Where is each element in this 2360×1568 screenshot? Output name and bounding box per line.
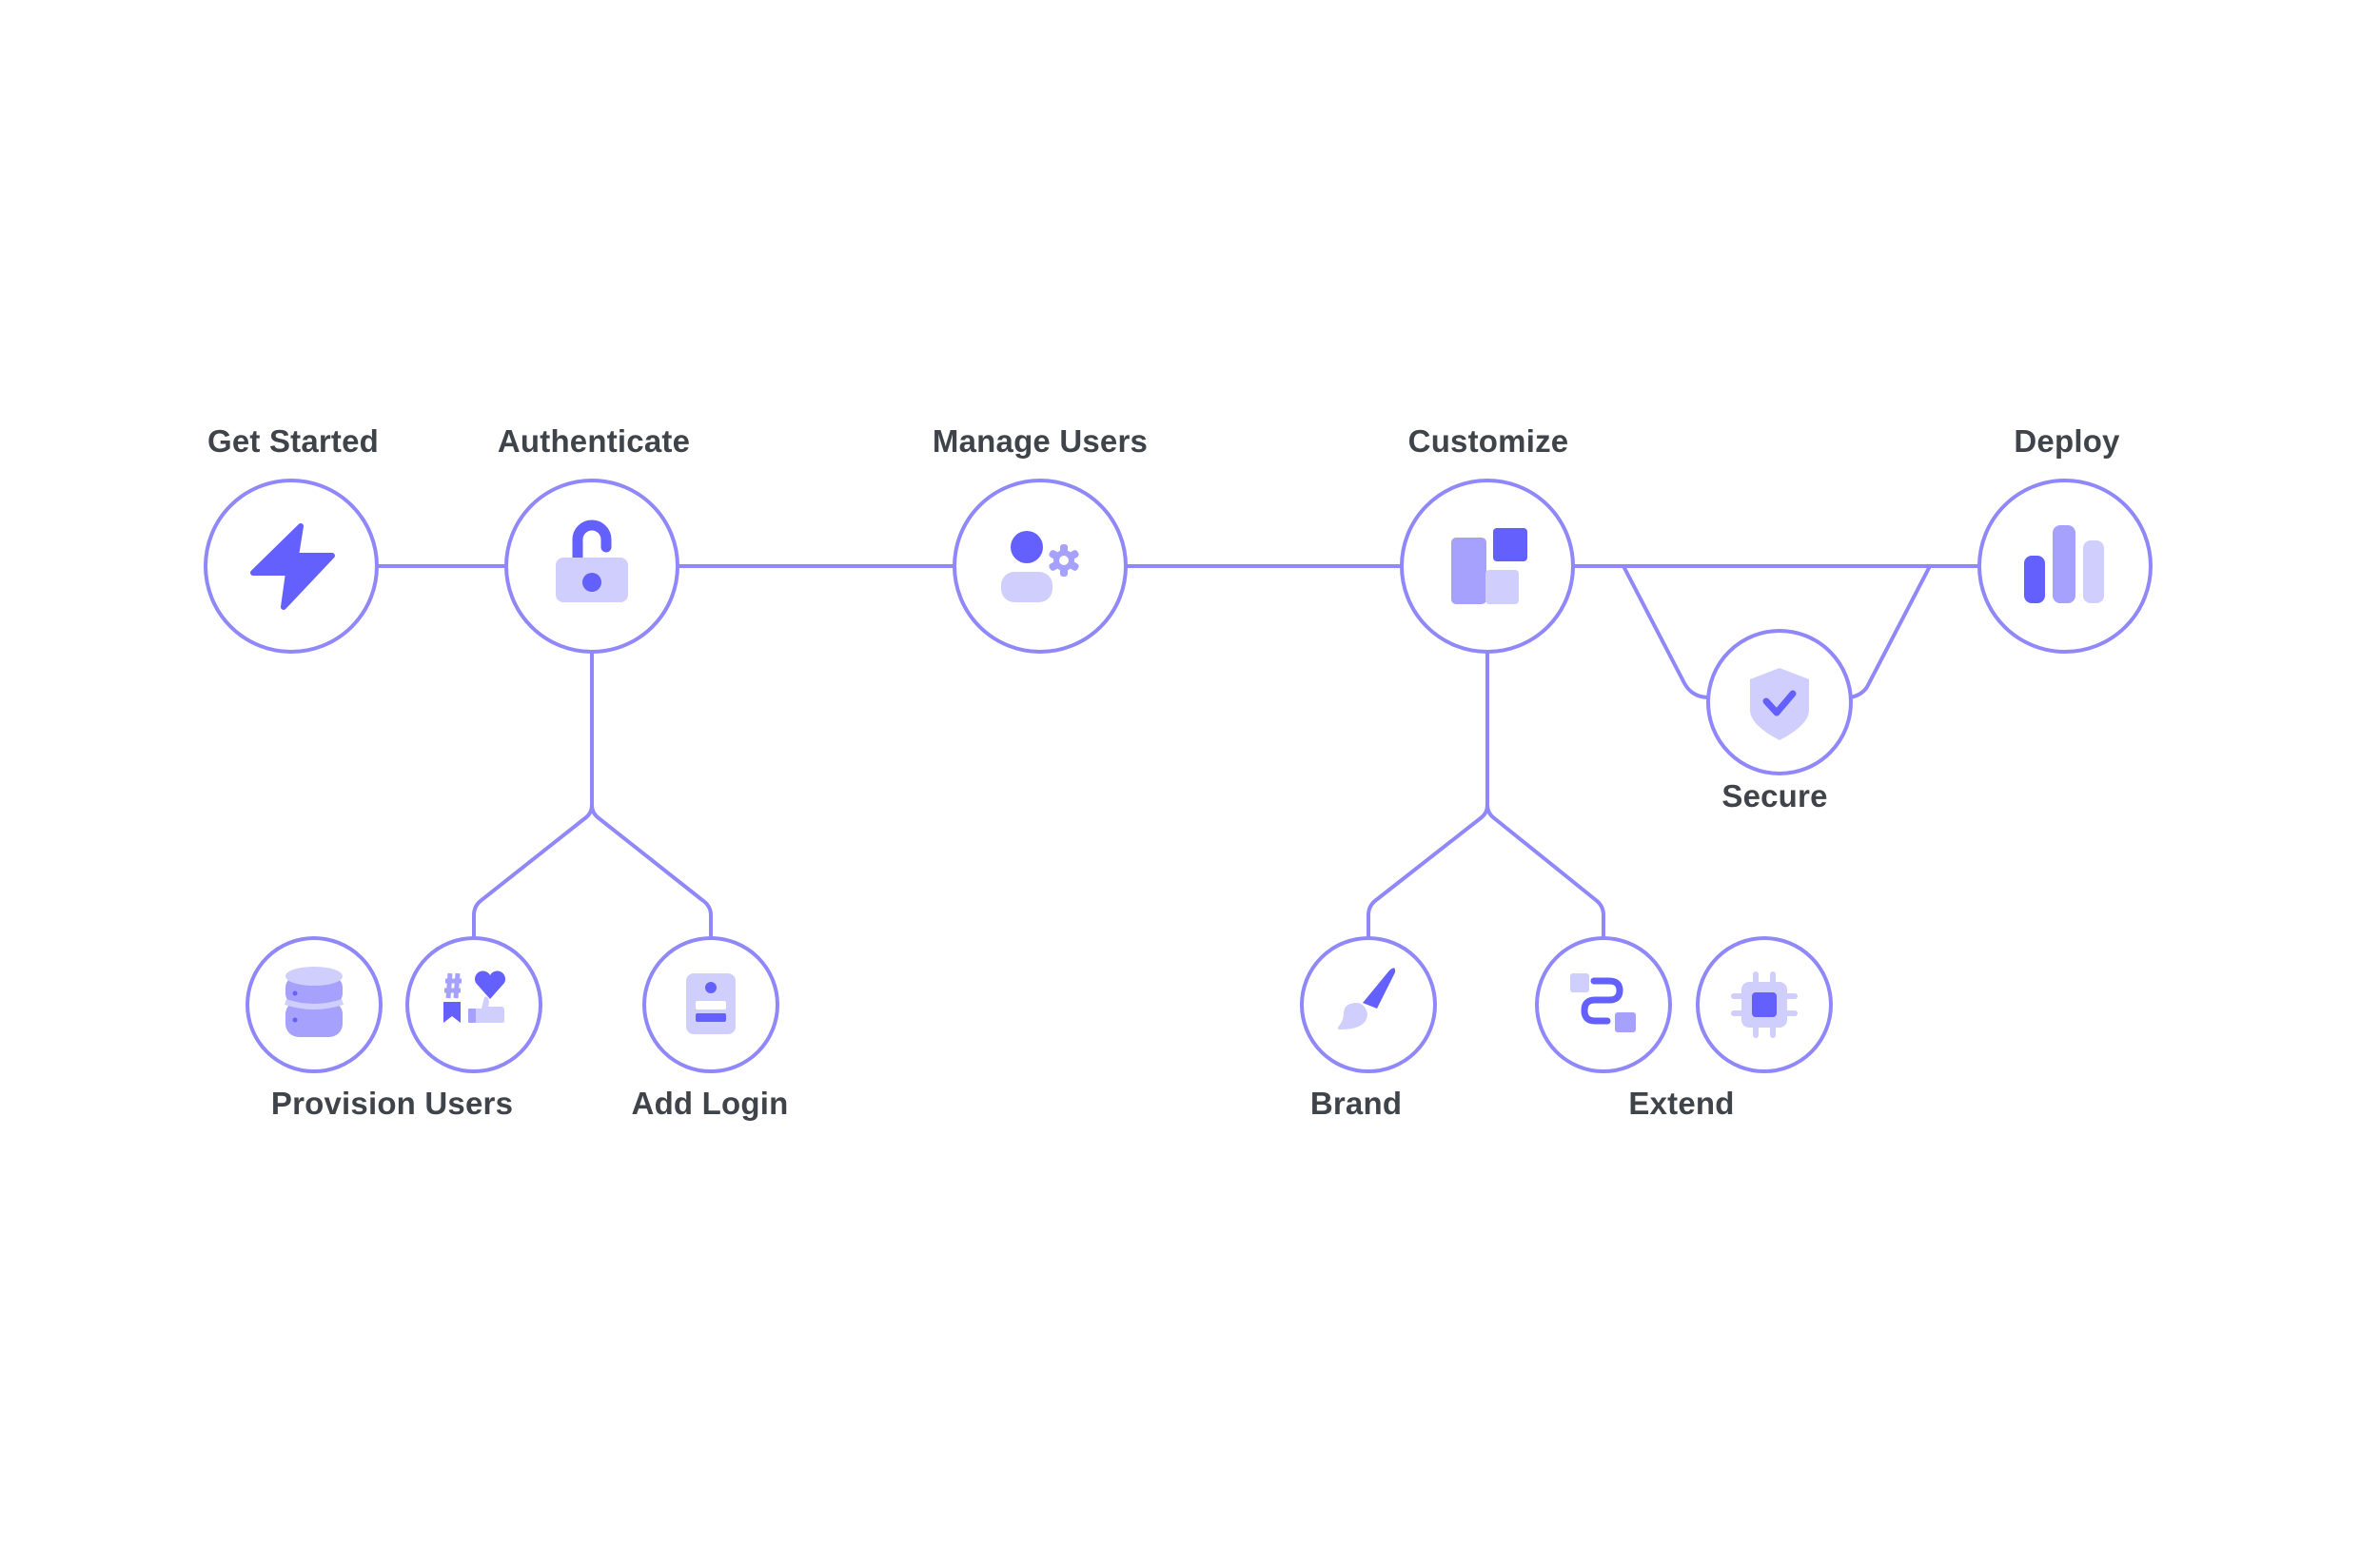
connector-secure-branch-right <box>1848 564 1932 699</box>
branch-label-add-login: Add Login <box>631 1086 789 1121</box>
journey-diagram <box>204 479 2153 1073</box>
branch-label-extend: Extend <box>1628 1086 1735 1121</box>
step-label-authenticate: Authenticate <box>497 423 691 459</box>
node-manage-users[interactable] <box>953 479 1128 654</box>
step-label-deploy: Deploy <box>2014 423 2120 459</box>
branch-label-provision-users: Provision Users <box>270 1086 514 1121</box>
connector-authenticate-children <box>472 650 713 940</box>
node-provision-social[interactable] <box>405 936 542 1073</box>
step-label-customize: Customize <box>1407 423 1569 459</box>
node-extend-flow[interactable] <box>1535 936 1672 1073</box>
step-label-manage-users: Manage Users <box>932 423 1149 459</box>
connector-customize-children <box>1367 650 1605 940</box>
login-card-icon <box>686 973 736 1034</box>
branch-label-brand: Brand <box>1309 1086 1403 1121</box>
branch-label-secure: Secure <box>1721 778 1828 813</box>
connector-secure-branch-left <box>1622 564 1711 699</box>
step-label-get-started: Get Started <box>206 423 380 459</box>
database-icon <box>285 967 344 1037</box>
node-customize[interactable] <box>1400 479 1575 654</box>
